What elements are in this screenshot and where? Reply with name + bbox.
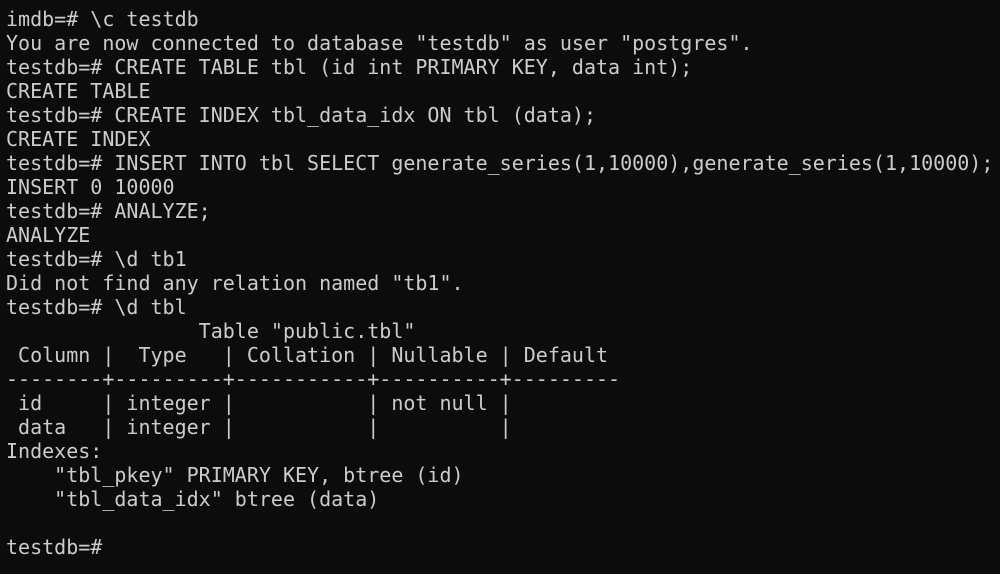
terminal-line-command-describe-tbl: testdb=# \d tbl bbox=[6, 295, 187, 319]
terminal-line-insert-output: INSERT 0 10000 bbox=[6, 175, 175, 199]
terminal-line-describe-error: Did not find any relation named "tb1". bbox=[6, 271, 464, 295]
table-row: id | integer | | not null | bbox=[6, 391, 512, 415]
terminal-line-create-table-output: CREATE TABLE bbox=[6, 79, 151, 103]
terminal-line-command-insert: testdb=# INSERT INTO tbl SELECT generate… bbox=[6, 151, 994, 175]
terminal-window[interactable]: imdb=# \c testdb You are now connected t… bbox=[0, 0, 1000, 574]
terminal-line-command-connect: imdb=# \c testdb bbox=[6, 7, 199, 31]
index-item: "tbl_pkey" PRIMARY KEY, btree (id) bbox=[6, 463, 464, 487]
terminal-line-command-analyze: testdb=# ANALYZE; bbox=[6, 199, 211, 223]
terminal-line-command-create-index: testdb=# CREATE INDEX tbl_data_idx ON tb… bbox=[6, 103, 597, 127]
text-cursor bbox=[102, 536, 113, 558]
table-separator: --------+---------+-----------+---------… bbox=[6, 367, 621, 391]
table-header-row: Column | Type | Collation | Nullable | D… bbox=[6, 343, 609, 367]
terminal-line-command-describe-tb1: testdb=# \d tb1 bbox=[6, 247, 187, 271]
indexes-heading: Indexes: bbox=[6, 439, 103, 463]
table-caption: Table "public.tbl" bbox=[6, 319, 416, 343]
terminal-line-command-create-table: testdb=# CREATE TABLE tbl (id int PRIMAR… bbox=[6, 55, 693, 79]
prompt-text: testdb=# bbox=[6, 535, 103, 559]
terminal-line-analyze-output: ANALYZE bbox=[6, 223, 91, 247]
table-row: data | integer | | | bbox=[6, 415, 512, 439]
terminal-line-create-index-output: CREATE INDEX bbox=[6, 127, 151, 151]
terminal-prompt[interactable]: testdb=# bbox=[6, 535, 1000, 559]
index-item: "tbl_data_idx" btree (data) bbox=[6, 487, 380, 511]
terminal-line-connect-output: You are now connected to database "testd… bbox=[6, 31, 753, 55]
